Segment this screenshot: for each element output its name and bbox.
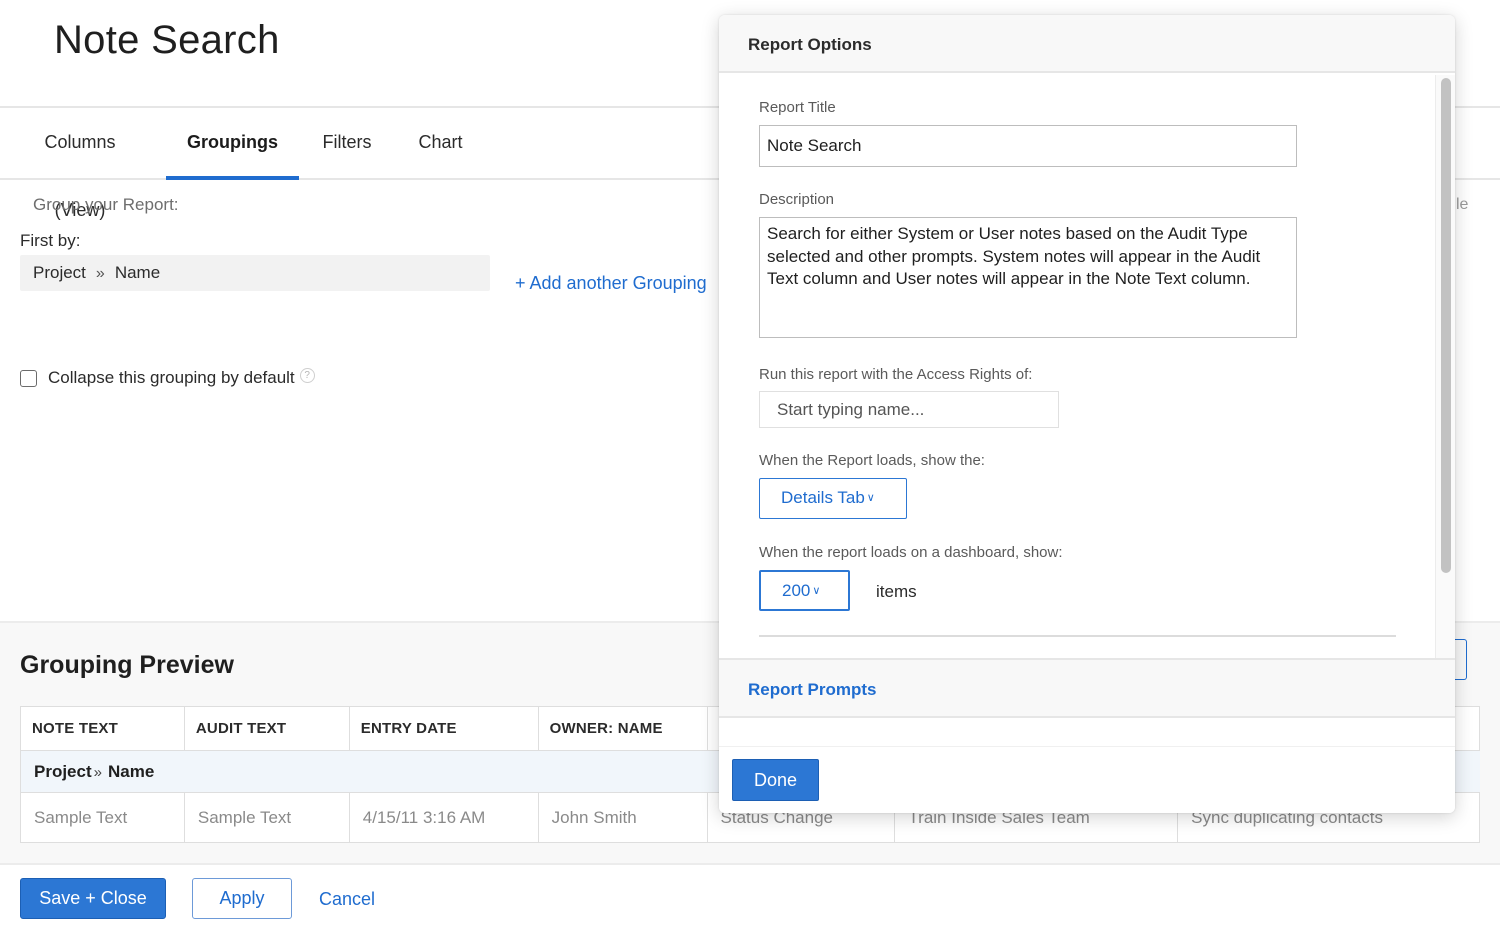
collapse-grouping-option: Collapse this grouping by default ? — [20, 367, 315, 388]
page-title: Note Search — [54, 18, 280, 62]
report-options-dialog: Report Options Report Title Note Search … — [719, 15, 1455, 813]
add-grouping-link[interactable]: + Add another Grouping — [515, 273, 707, 294]
access-rights-label: Run this report with the Access Rights o… — [759, 366, 1033, 383]
report-builder-page: Note Search Columns (View) Groupings Fil… — [0, 0, 1500, 929]
report-title-label: Report Title — [759, 99, 836, 116]
collapse-grouping-checkbox[interactable] — [20, 369, 37, 387]
table-cell: Sample Text — [183, 792, 350, 843]
dashboard-items-dropdown[interactable]: 200 ∨ — [759, 570, 850, 611]
dialog-title: Report Options — [748, 35, 872, 54]
grouping-field-name: Name — [114, 263, 161, 282]
tab-columns-view[interactable]: Columns (View) — [17, 108, 143, 220]
dialog-body: Report Title Note Search Description Sea… — [719, 75, 1435, 658]
scrollbar-thumb[interactable] — [1441, 78, 1451, 573]
first-grouping-field[interactable]: Project » Name — [20, 255, 490, 291]
collapse-grouping-label: Collapse this grouping by default — [48, 368, 295, 387]
group-field: Name — [107, 761, 155, 781]
tab-chart[interactable]: Chart — [418, 108, 463, 178]
dialog-header: Report Options — [719, 15, 1455, 73]
chevron-down-icon: ∨ — [812, 585, 821, 597]
dashboard-items-value: 200 — [782, 581, 811, 600]
report-title-input[interactable]: Note Search — [759, 125, 1297, 167]
access-rights-input[interactable] — [759, 391, 1059, 428]
grouping-object: Project — [33, 263, 86, 282]
dialog-footer: Done — [719, 746, 1455, 813]
partially-hidden-text: le — [1456, 196, 1469, 213]
chevron-double-right-icon: » — [95, 265, 105, 282]
column-header[interactable]: NOTE TEXT — [20, 706, 185, 751]
dialog-scrollbar[interactable] — [1435, 75, 1455, 658]
footer-bar: Save + Close Apply Cancel — [0, 863, 1500, 929]
report-prompts-section: Report Prompts — [719, 658, 1455, 718]
column-header[interactable]: ENTRY DATE — [348, 706, 539, 751]
description-textarea[interactable]: Search for either System or User notes b… — [759, 217, 1297, 338]
dashboard-show-label: When the report loads on a dashboard, sh… — [759, 544, 1063, 561]
description-label: Description — [759, 191, 835, 208]
help-icon[interactable]: ? — [299, 367, 315, 383]
table-cell: 4/15/11 3:16 AM — [348, 792, 539, 843]
items-label: items — [876, 582, 917, 601]
column-header[interactable]: OWNER: NAME — [537, 706, 708, 751]
section-divider — [759, 635, 1396, 637]
save-close-button[interactable]: Save + Close — [20, 878, 166, 919]
column-header[interactable]: AUDIT TEXT — [183, 706, 350, 751]
chevron-double-right-icon: » — [93, 763, 102, 781]
preview-title: Grouping Preview — [20, 651, 234, 679]
first-by-label: First by: — [20, 231, 81, 250]
report-prompts-link[interactable]: Report Prompts — [748, 680, 876, 700]
group-report-label: Group your Report: — [33, 195, 179, 214]
table-cell: John Smith — [537, 792, 708, 843]
cancel-button[interactable]: Cancel — [319, 889, 375, 910]
group-object: Project — [34, 761, 92, 781]
chevron-down-icon: ∨ — [866, 492, 875, 504]
table-cell: Sample Text — [20, 792, 185, 843]
load-show-label: When the Report loads, show the: — [759, 452, 985, 469]
apply-button[interactable]: Apply — [192, 878, 292, 919]
done-button[interactable]: Done — [732, 759, 819, 801]
tab-groupings[interactable]: Groupings — [166, 108, 299, 180]
load-show-value: Details Tab — [781, 488, 865, 507]
tab-filters[interactable]: Filters — [322, 108, 372, 178]
load-show-dropdown[interactable]: Details Tab ∨ — [759, 478, 907, 519]
